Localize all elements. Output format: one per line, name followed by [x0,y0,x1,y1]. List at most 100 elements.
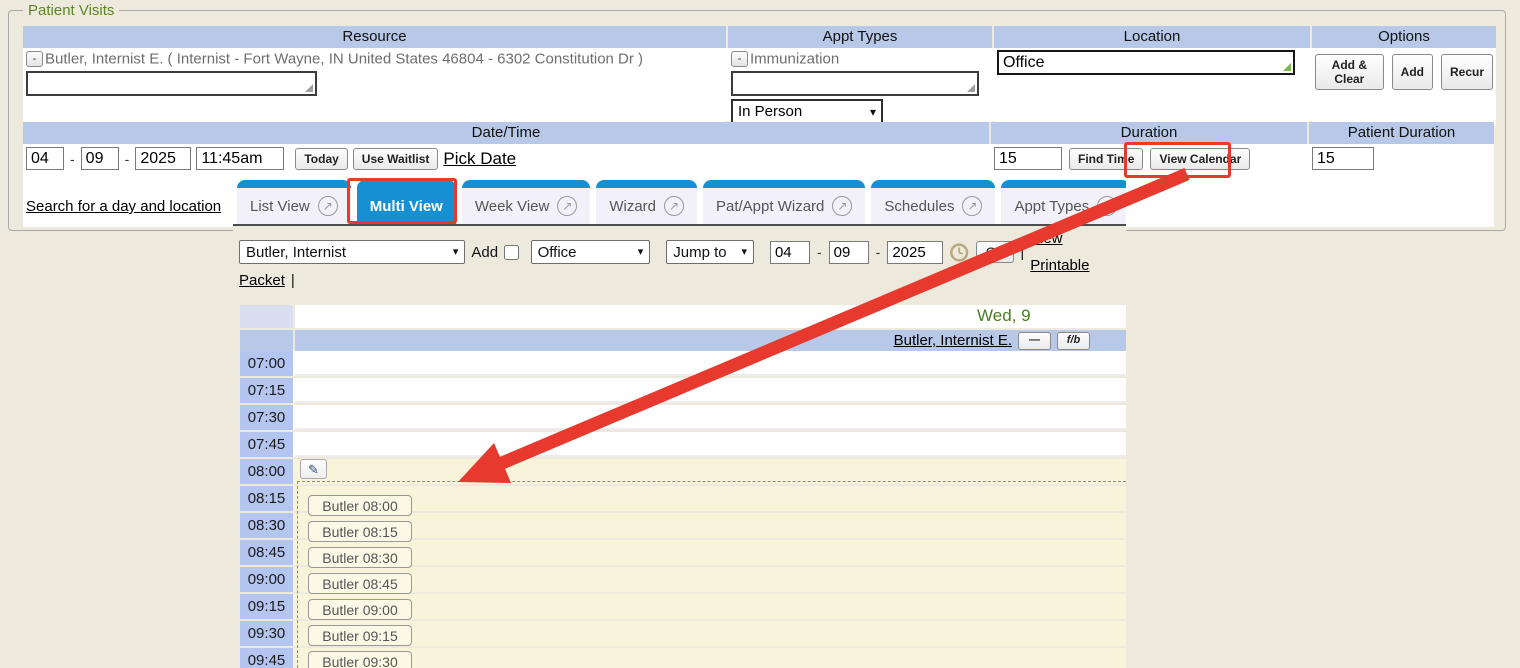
time-label: 07:15 [240,378,293,403]
appointment-button[interactable]: Butler 08:30 [308,547,412,568]
time-label: 09:45 [240,648,293,668]
toolbar-month-input[interactable] [770,241,810,264]
recur-button[interactable]: Recur [1441,54,1493,90]
time-row: 07:15 [240,378,1126,403]
time-label: 08:45 [240,540,293,565]
slot-cell[interactable] [295,405,1126,430]
pick-date-link[interactable]: Pick Date [443,149,516,169]
visit-mode-select[interactable]: In Person▾ [731,99,883,124]
clock-icon[interactable] [949,242,969,263]
tab-schedules[interactable]: Schedules ↗ [871,180,995,224]
duration-input[interactable] [994,147,1062,170]
patient-duration-input[interactable] [1312,147,1374,170]
slot-cell[interactable] [295,351,1126,376]
slot-cell[interactable] [295,432,1126,457]
patient-duration-header: Patient Duration [1309,122,1494,144]
view-printable-packet-link[interactable]: View Printable [1030,225,1123,279]
use-waitlist-button[interactable]: Use Waitlist [353,148,439,170]
calendar-resource-link[interactable]: Butler, Internist E. [894,332,1012,349]
resource-header-row: Butler, Internist E. — f/b [240,330,1126,351]
find-time-button[interactable]: Find Time [1069,148,1143,170]
location-header: Location [994,26,1310,48]
selected-appt-type-text: Immunization [750,50,839,67]
resource-search-input[interactable] [26,71,317,96]
year-input[interactable] [135,147,191,170]
chevron-down-icon: ▾ [638,239,644,266]
time-input[interactable] [196,147,284,170]
location-cell: Office [994,48,1310,126]
open-new-window-icon[interactable]: ↗ [664,196,684,216]
chevron-down-icon: ▾ [741,239,747,266]
tab-list-view[interactable]: List View ↗ [237,180,351,224]
add-checkbox[interactable] [504,245,519,260]
view-printable-packet-link[interactable]: Packet [239,267,285,294]
appointment-button[interactable]: Butler 08:00 [308,495,412,516]
tab-appt-types[interactable]: Appt Types ↗ [1001,180,1126,224]
multi-view-calendar: Wed, 9 Butler, Internist E. — f/b 07:00 … [240,305,1126,668]
remove-resource-button[interactable]: - [26,51,43,67]
appointment-button[interactable]: Butler 09:30 [308,651,412,668]
fieldset-legend: Patient Visits [23,2,119,19]
toolbar-location-select[interactable]: Office▾ [531,240,651,264]
calendar-toolbar: Butler, Internist▾ Add Office▾ Jump to▾ … [239,238,1123,294]
time-label: 08:15 [240,486,293,511]
resize-grip-icon [305,84,313,92]
month-input[interactable] [26,147,64,170]
appointment-button[interactable]: Butler 08:45 [308,573,412,594]
appt-type-search-input[interactable] [731,71,979,96]
add-button[interactable]: Add [1392,54,1433,90]
toolbar-resource-select[interactable]: Butler, Internist▾ [239,240,465,264]
open-new-window-icon[interactable]: ↗ [1097,196,1117,216]
open-new-window-icon[interactable]: ↗ [962,196,982,216]
location-input[interactable]: Office [997,50,1295,75]
tab-week-view[interactable]: Week View ↗ [462,180,590,224]
chevron-down-icon: ▾ [870,105,876,119]
tab-multi-view[interactable]: Multi View [357,180,456,224]
page-background: Patient Visits Resource Appt Types Locat… [0,0,1520,668]
appointment-button[interactable]: Butler 09:00 [308,599,412,620]
remove-appt-type-button[interactable]: - [731,51,748,67]
resize-grip-icon [1283,63,1291,71]
slot-cell[interactable] [295,378,1126,403]
day-label: Wed, 9 [977,306,1031,326]
open-new-window-icon[interactable]: ↗ [557,196,577,216]
calendar-corner-cell [240,305,293,328]
search-day-location-link[interactable]: Search for a day and location [26,198,221,215]
tab-pat-appt-wizard[interactable]: Pat/Appt Wizard ↗ [703,180,865,224]
fb-toggle-button[interactable]: f/b [1057,332,1090,350]
view-calendar-button[interactable]: View Calendar [1150,148,1250,170]
resource-cell: -Butler, Internist E. ( Internist - Fort… [23,48,726,126]
resource-table: Resource Appt Types Location Options -Bu… [23,26,1492,121]
collapse-column-button[interactable]: — [1018,332,1051,350]
tab-wizard[interactable]: Wizard ↗ [596,180,697,224]
open-new-window-icon[interactable]: ↗ [318,196,338,216]
time-row: 07:00 [240,351,1126,376]
appointment-zone [297,481,1126,668]
open-new-window-icon[interactable]: ↗ [832,196,852,216]
toolbar-year-input[interactable] [887,241,943,264]
today-button[interactable]: Today [295,148,347,170]
time-label: 08:00 [240,459,293,484]
appt-types-cell: -Immunization In Person▾ [728,48,992,126]
add-and-clear-button[interactable]: Add & Clear [1315,54,1384,90]
duration-header: Duration [991,122,1307,144]
go-button[interactable]: Go [976,241,1015,263]
time-row: 07:45 [240,432,1126,457]
time-label: 07:45 [240,432,293,457]
resource-header: Resource [23,26,726,48]
resource-header-cell: Butler, Internist E. — f/b [295,330,1126,351]
resize-grip-icon [967,84,975,92]
edit-slot-button[interactable]: ✎ [300,459,327,479]
appt-types-header: Appt Types [728,26,992,48]
appointment-button[interactable]: Butler 09:15 [308,625,412,646]
time-label: 07:00 [240,351,293,376]
day-header-cell: Wed, 9 [295,305,1126,328]
time-row: 07:30 [240,405,1126,430]
calendar-corner-cell [240,330,293,351]
time-label: 09:30 [240,621,293,646]
toolbar-day-input[interactable] [829,241,869,264]
patient-duration-cell [1309,144,1494,227]
appointment-button[interactable]: Butler 08:15 [308,521,412,542]
day-input[interactable] [81,147,119,170]
jump-to-select[interactable]: Jump to▾ [666,240,754,264]
